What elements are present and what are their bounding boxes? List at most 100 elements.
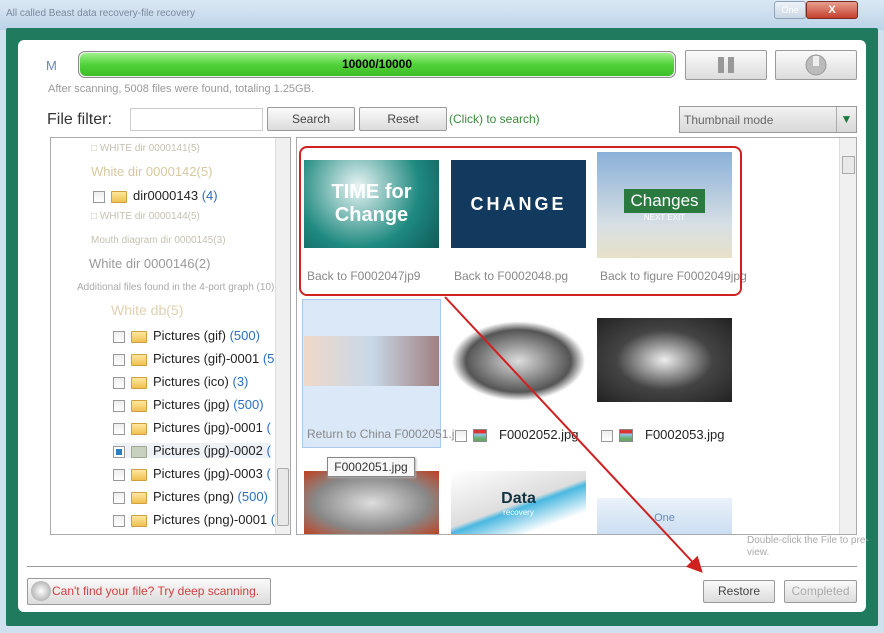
tree-item[interactable]: Pictures (jpg) (500) [113, 397, 264, 412]
checkbox[interactable] [113, 514, 125, 527]
tree-item[interactable]: White dir 0000146(2) [89, 256, 210, 271]
tree-item[interactable]: □ WHITE dir 0000144(5) [91, 211, 200, 222]
checkbox[interactable] [113, 399, 125, 412]
checkbox[interactable] [113, 330, 125, 343]
tree-item[interactable]: Mouth diagram dir 0000145(3) [91, 235, 226, 246]
chevron-down-icon[interactable]: ▼ [836, 107, 856, 132]
tree-item[interactable]: Pictures (jpg)-0002 ( [113, 443, 271, 458]
pause-icon [718, 57, 734, 73]
reset-button[interactable]: Reset [359, 107, 447, 131]
thumbnail-label[interactable]: Return to China F0002051.jpg [307, 427, 468, 441]
tree-item-count: (4) [201, 188, 218, 203]
file-filter-input[interactable] [130, 108, 263, 131]
checkbox[interactable] [113, 468, 125, 481]
deep-scan-button[interactable]: Can't find your file? Try deep scanning. [27, 578, 271, 605]
tree-item[interactable]: Pictures (png)-0001 ( [113, 512, 275, 527]
stop-icon [805, 54, 827, 76]
folder-icon [131, 445, 147, 458]
tree-item-count: ( [266, 443, 271, 458]
tree-item[interactable]: dir0000143 (4) [93, 188, 218, 203]
thumbnail-image[interactable]: One [597, 498, 732, 534]
checkbox[interactable] [455, 429, 467, 442]
tree-scrollbar[interactable] [275, 138, 290, 534]
checkbox[interactable] [601, 429, 613, 442]
folder-icon [131, 353, 147, 366]
thumbnail-scrollbar[interactable] [839, 138, 856, 534]
tree-item-count: (500) [233, 397, 264, 412]
search-hint: (Click) to search) [449, 112, 540, 126]
folder-icon [131, 330, 147, 343]
annotation-highlight-box [299, 146, 742, 296]
checkbox[interactable] [113, 376, 125, 389]
tree-item[interactable]: White db(5) [111, 302, 183, 318]
tree-item[interactable]: Pictures (png) (500) [113, 489, 268, 504]
tooltip: F0002051.jpg [327, 457, 415, 477]
restore-button[interactable]: Restore [703, 580, 775, 603]
thumbnail-label-text: Return to China F0002051.jpg [307, 427, 468, 441]
tree-item[interactable]: □ WHITE dir 0000141(5) [91, 143, 200, 154]
image-file-icon [473, 429, 487, 443]
tree-item-label: Pictures (ico) [153, 374, 229, 389]
tree-item-count: (500) [237, 489, 268, 504]
thumbnail-image[interactable] [304, 336, 439, 386]
scan-progress-bar: 10000/10000 [78, 51, 676, 78]
completed-button[interactable]: Completed [784, 580, 857, 603]
checkbox[interactable] [113, 353, 125, 366]
tree-item[interactable]: Pictures (gif) (500) [113, 328, 260, 343]
search-button[interactable]: Search [267, 107, 355, 131]
tree-item-label: □ WHITE dir 0000144(5) [91, 211, 200, 222]
tree-item[interactable]: Pictures (ico) (3) [113, 374, 248, 389]
tree-item-label: Pictures (gif)-0001 [153, 351, 260, 366]
thumbnail-image[interactable] [304, 471, 439, 534]
minimize-button[interactable]: One [774, 1, 806, 19]
progress-text: 10000/10000 [341, 57, 413, 71]
file-filter-label: File filter: [47, 111, 112, 128]
pause-button[interactable] [685, 50, 767, 80]
deep-scan-label: Can't find your file? Try deep scanning. [52, 584, 260, 598]
folder-icon [131, 468, 147, 481]
thumbnail-image[interactable] [451, 321, 586, 401]
thumbnail-label[interactable]: F0002053.jpg [601, 427, 725, 443]
tree-item-label: dir0000143 [133, 188, 199, 203]
checkbox[interactable] [113, 445, 125, 458]
tree-item[interactable]: Pictures (gif)-0001 (5 [113, 351, 274, 366]
preview-hint: Double-click the File to pre-view. [747, 535, 869, 558]
tree-item-count: (5 [262, 351, 275, 366]
folder-icon [131, 399, 147, 412]
tree-item-label: Pictures (png) [153, 489, 234, 504]
image-file-icon [619, 429, 633, 443]
thumbnail-grid: TIME for Change Back to F0002047jp9 CHANGE… [296, 137, 857, 535]
scrollbar-thumb[interactable] [277, 468, 289, 526]
thumbnail-label-text: F0002053.jpg [645, 427, 725, 442]
tree-item[interactable]: Additional files found in the 4-port gra… [77, 282, 274, 293]
tree-item-label: □ WHITE dir 0000141(5) [91, 143, 200, 154]
tree-item-label: White db(5) [111, 302, 184, 318]
tree-item-label: Pictures (png)-0001 [153, 512, 268, 527]
tree-item[interactable]: Pictures (jpg)-0003 ( [113, 466, 271, 481]
thumbnail-image[interactable] [597, 318, 732, 402]
scrollbar-thumb[interactable] [842, 156, 855, 174]
tree-item[interactable]: White dir 0000142(5) [91, 164, 212, 179]
scan-status: After scanning, 5008 files were found, t… [48, 83, 314, 95]
tree-item-label: Pictures (gif) [153, 328, 226, 343]
tree-item-label: Pictures (jpg)-0002 [153, 443, 263, 458]
view-mode-value: Thumbnail mode [684, 113, 774, 127]
divider [27, 566, 857, 567]
folder-icon [131, 422, 147, 435]
checkbox[interactable] [113, 491, 125, 504]
tree-item-count: ( [266, 420, 271, 435]
tree-item-label: Additional files found in the 4-port gra… [77, 282, 275, 293]
tree-item[interactable]: Pictures (jpg)-0001 ( [113, 420, 271, 435]
thumbnail-image[interactable]: Data recovery [451, 471, 586, 534]
tree-item-label: White dir 0000146(2) [89, 256, 211, 271]
view-mode-select[interactable]: Thumbnail mode ▼ [679, 106, 857, 133]
tree-item-label: Pictures (jpg)-0001 [153, 420, 263, 435]
checkbox[interactable] [113, 422, 125, 435]
tree-item-label: Mouth diagram dir 0000145(3) [91, 235, 226, 246]
image-text: Data [501, 489, 536, 507]
stop-button[interactable] [775, 50, 857, 80]
thumbnail-label[interactable]: F0002052.jpg [455, 427, 579, 443]
tree-item-label: Pictures (jpg) [153, 397, 230, 412]
checkbox[interactable] [93, 190, 105, 203]
close-button[interactable]: X [806, 1, 858, 19]
